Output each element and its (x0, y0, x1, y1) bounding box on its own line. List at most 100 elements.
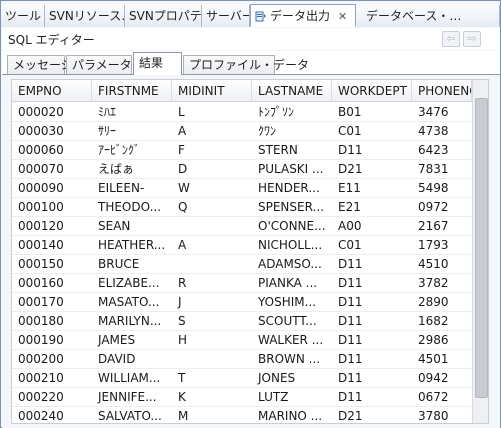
table-row[interactable]: 000190 JAMES H WALKER ... D11 2986 (12, 331, 472, 350)
cell-phoneno[interactable]: 5498 (412, 179, 472, 198)
cell-phoneno[interactable]: 4738 (412, 122, 472, 141)
table-row[interactable]: 000100 THEODO... Q SPENSER... E21 0972 (12, 198, 472, 217)
cell-phoneno[interactable]: 3782 (412, 274, 472, 293)
table-row[interactable]: 000070 えばぁ D PULASKI ... D21 7831 (12, 160, 472, 179)
column-header-empno[interactable]: EMPNO (12, 80, 92, 102)
tab-profile-data[interactable]: プロファイル・データ (183, 55, 309, 75)
forward-icon[interactable]: ⇨ (463, 31, 481, 47)
table-row[interactable]: 000140 HEATHER... A NICHOLL... C01 1793 (12, 236, 472, 255)
cell-lastname[interactable]: YOSHIM... (252, 293, 332, 312)
cell-midinit[interactable]: J (172, 293, 252, 312)
column-header-lastname[interactable]: LASTNAME (252, 80, 332, 102)
cell-workdept[interactable]: D11 (332, 141, 412, 160)
cell-workdept[interactable]: E11 (332, 179, 412, 198)
cell-phoneno[interactable]: 2890 (412, 293, 472, 312)
cell-empno[interactable]: 000210 (12, 369, 92, 388)
tab-results[interactable]: 結果 (133, 52, 182, 75)
cell-firstnme[interactable]: ELIZABE... (92, 274, 172, 293)
scrollbar-thumb[interactable] (475, 98, 488, 398)
cell-empno[interactable]: 000190 (12, 331, 92, 350)
cell-firstnme[interactable]: DAVID (92, 350, 172, 369)
tab-svn-repositories[interactable]: SVNリソース… (45, 5, 125, 27)
cell-firstnme[interactable]: MARILYN... (92, 312, 172, 331)
cell-phoneno[interactable]: 4510 (412, 255, 472, 274)
cell-midinit[interactable]: R (172, 274, 252, 293)
table-row[interactable]: 000170 MASATO... J YOSHIM... D11 2890 (12, 293, 472, 312)
cell-firstnme[interactable]: えばぁ (92, 160, 172, 179)
close-icon[interactable]: ✕ (338, 6, 347, 26)
cell-firstnme[interactable]: BRUCE (92, 255, 172, 274)
tab-messages[interactable]: メッセージ (7, 55, 73, 75)
cell-workdept[interactable]: D11 (332, 255, 412, 274)
table-row[interactable]: 000020 ﾐﾊｴ L ﾄﾝﾌﾟｿﾝ B01 3476 (12, 103, 472, 122)
cell-midinit[interactable]: Q (172, 198, 252, 217)
cell-phoneno[interactable]: 4501 (412, 350, 472, 369)
cell-lastname[interactable]: LUTZ (252, 388, 332, 407)
cell-firstnme[interactable]: THEODO... (92, 198, 172, 217)
cell-firstnme[interactable]: WILLIAM... (92, 369, 172, 388)
cell-midinit[interactable]: D (172, 160, 252, 179)
cell-workdept[interactable]: C01 (332, 122, 412, 141)
table-row[interactable]: 000060 ｱｰﾋﾞﾝｸﾞ F STERN D11 6423 (12, 141, 472, 160)
cell-lastname[interactable]: HENDER... (252, 179, 332, 198)
cell-lastname[interactable]: O'CONNE... (252, 217, 332, 236)
cell-firstnme[interactable]: JAMES (92, 331, 172, 350)
cell-empno[interactable]: 000160 (12, 274, 92, 293)
cell-empno[interactable]: 000120 (12, 217, 92, 236)
cell-empno[interactable]: 000140 (12, 236, 92, 255)
column-header-phoneno[interactable]: PHONENO (412, 80, 472, 102)
table-row[interactable]: 000090 EILEEN- W HENDER... E11 5498 (12, 179, 472, 198)
cell-empno[interactable]: 000220 (12, 388, 92, 407)
cell-firstnme[interactable]: ｻﾘｰ (92, 122, 172, 141)
cell-lastname[interactable]: SPENSER... (252, 198, 332, 217)
cell-firstnme[interactable]: SEAN (92, 217, 172, 236)
cell-phoneno[interactable]: 0672 (412, 388, 472, 407)
cell-phoneno[interactable]: 2986 (412, 331, 472, 350)
table-row[interactable]: 000180 MARILYN... S SCOUTT... D11 1682 (12, 312, 472, 331)
table-row[interactable]: 000120 SEAN O'CONNE... A00 2167 (12, 217, 472, 236)
cell-lastname[interactable]: NICHOLL... (252, 236, 332, 255)
cell-phoneno[interactable]: 3476 (412, 103, 472, 122)
back-icon[interactable]: ⇦ (442, 31, 460, 47)
cell-firstnme[interactable]: SALVATO... (92, 407, 172, 423)
cell-midinit[interactable]: T (172, 369, 252, 388)
cell-midinit[interactable] (172, 350, 252, 369)
column-header-workdept[interactable]: WORKDEPT (332, 80, 412, 102)
cell-workdept[interactable]: D11 (332, 293, 412, 312)
cell-lastname[interactable]: BROWN ... (252, 350, 332, 369)
table-row[interactable]: 000220 JENNIFE... K LUTZ D11 0672 (12, 388, 472, 407)
tab-database-explorer[interactable]: データベース・… (356, 5, 500, 27)
table-row[interactable]: 000030 ｻﾘｰ A ｸﾜﾝ C01 4738 (12, 122, 472, 141)
table-row[interactable]: 000200 DAVID BROWN ... D11 4501 (12, 350, 472, 369)
cell-workdept[interactable]: A00 (332, 217, 412, 236)
cell-midinit[interactable]: A (172, 122, 252, 141)
tab-tools[interactable]: ツール (1, 5, 45, 27)
cell-workdept[interactable]: B01 (332, 103, 412, 122)
tab-parameters[interactable]: パラメーター (66, 55, 144, 75)
cell-empno[interactable]: 000020 (12, 103, 92, 122)
cell-midinit[interactable] (172, 255, 252, 274)
cell-empno[interactable]: 000180 (12, 312, 92, 331)
cell-lastname[interactable]: WALKER ... (252, 331, 332, 350)
cell-lastname[interactable]: PULASKI ... (252, 160, 332, 179)
cell-empno[interactable]: 000090 (12, 179, 92, 198)
cell-midinit[interactable]: L (172, 103, 252, 122)
cell-workdept[interactable]: D11 (332, 312, 412, 331)
cell-empno[interactable]: 000240 (12, 407, 92, 423)
cell-empno[interactable]: 000070 (12, 160, 92, 179)
cell-workdept[interactable]: E21 (332, 198, 412, 217)
cell-midinit[interactable]: F (172, 141, 252, 160)
cell-firstnme[interactable]: HEATHER... (92, 236, 172, 255)
tab-data-output[interactable]: データ出力 ✕ (250, 4, 356, 27)
cell-phoneno[interactable]: 2167 (412, 217, 472, 236)
cell-firstnme[interactable]: ﾐﾊｴ (92, 103, 172, 122)
tab-svn-properties[interactable]: SVNプロパティ (125, 5, 202, 27)
table-row[interactable]: 000210 WILLIAM... T JONES D11 0942 (12, 369, 472, 388)
cell-midinit[interactable]: S (172, 312, 252, 331)
column-header-midinit[interactable]: MIDINIT (172, 80, 252, 102)
cell-empno[interactable]: 000100 (12, 198, 92, 217)
cell-workdept[interactable]: C01 (332, 236, 412, 255)
cell-workdept[interactable]: D11 (332, 350, 412, 369)
table-row[interactable]: 000160 ELIZABE... R PIANKA ... D11 3782 (12, 274, 472, 293)
cell-midinit[interactable] (172, 217, 252, 236)
